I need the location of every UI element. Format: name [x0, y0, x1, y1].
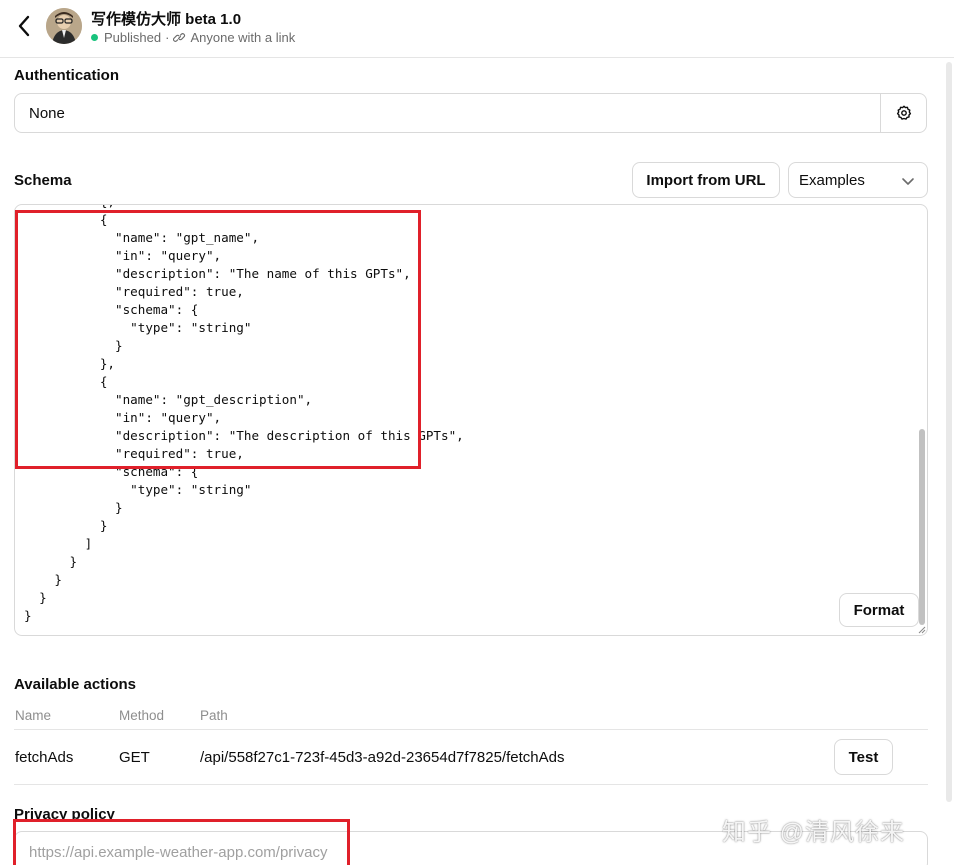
publish-status: Published · Anyone with a link	[91, 30, 295, 45]
column-header-name: Name	[15, 708, 52, 723]
header-bar: 写作模仿大师 beta 1.0 Published · Anyone with …	[0, 0, 954, 58]
status-separator: ·	[165, 30, 170, 45]
privacy-policy-label: Privacy policy	[14, 806, 115, 823]
watermark-text: 知乎 @清风徐来	[722, 819, 906, 846]
table-divider-bottom	[14, 784, 928, 785]
gpt-avatar	[46, 8, 82, 44]
schema-editor-scrollbar[interactable]	[919, 429, 925, 625]
privacy-policy-placeholder: https://api.example-weather-app.com/priv…	[29, 844, 328, 861]
test-action-button[interactable]: Test	[834, 739, 893, 775]
chevron-down-icon	[902, 178, 914, 185]
back-arrow-icon[interactable]	[10, 12, 38, 40]
gpt-title: 写作模仿大师 beta 1.0	[91, 11, 242, 28]
action-name: fetchAds	[15, 749, 74, 766]
examples-select-value: Examples	[799, 172, 865, 189]
available-actions-label: Available actions	[14, 676, 136, 693]
gpt-editor-page: 写作模仿大师 beta 1.0 Published · Anyone with …	[0, 0, 954, 865]
link-icon	[173, 33, 186, 42]
schema-label: Schema	[14, 172, 72, 189]
column-header-method: Method	[119, 708, 165, 723]
action-path: /api/558f27c1-723f-45d3-a92d-23654d7f782…	[200, 749, 565, 766]
schema-code[interactable]: {, { "name": "gpt_name", "in": "query", …	[24, 205, 464, 625]
page-scrollbar[interactable]	[946, 62, 952, 802]
examples-select[interactable]: Examples	[788, 162, 928, 198]
import-from-url-button[interactable]: Import from URL	[632, 162, 780, 198]
authentication-field[interactable]: None	[14, 93, 927, 133]
published-dot-icon	[91, 34, 98, 41]
visibility-text: Anyone with a link	[190, 30, 296, 45]
authentication-value: None	[29, 105, 65, 122]
schema-editor[interactable]: {, { "name": "gpt_name", "in": "query", …	[14, 204, 928, 636]
authentication-label: Authentication	[14, 67, 119, 84]
column-header-path: Path	[200, 708, 228, 723]
status-text: Published	[104, 30, 162, 45]
gear-icon[interactable]	[880, 94, 926, 132]
resize-grip-icon[interactable]	[918, 626, 926, 634]
table-divider	[14, 729, 928, 730]
action-method: GET	[119, 749, 150, 766]
format-button[interactable]: Format	[839, 593, 919, 627]
